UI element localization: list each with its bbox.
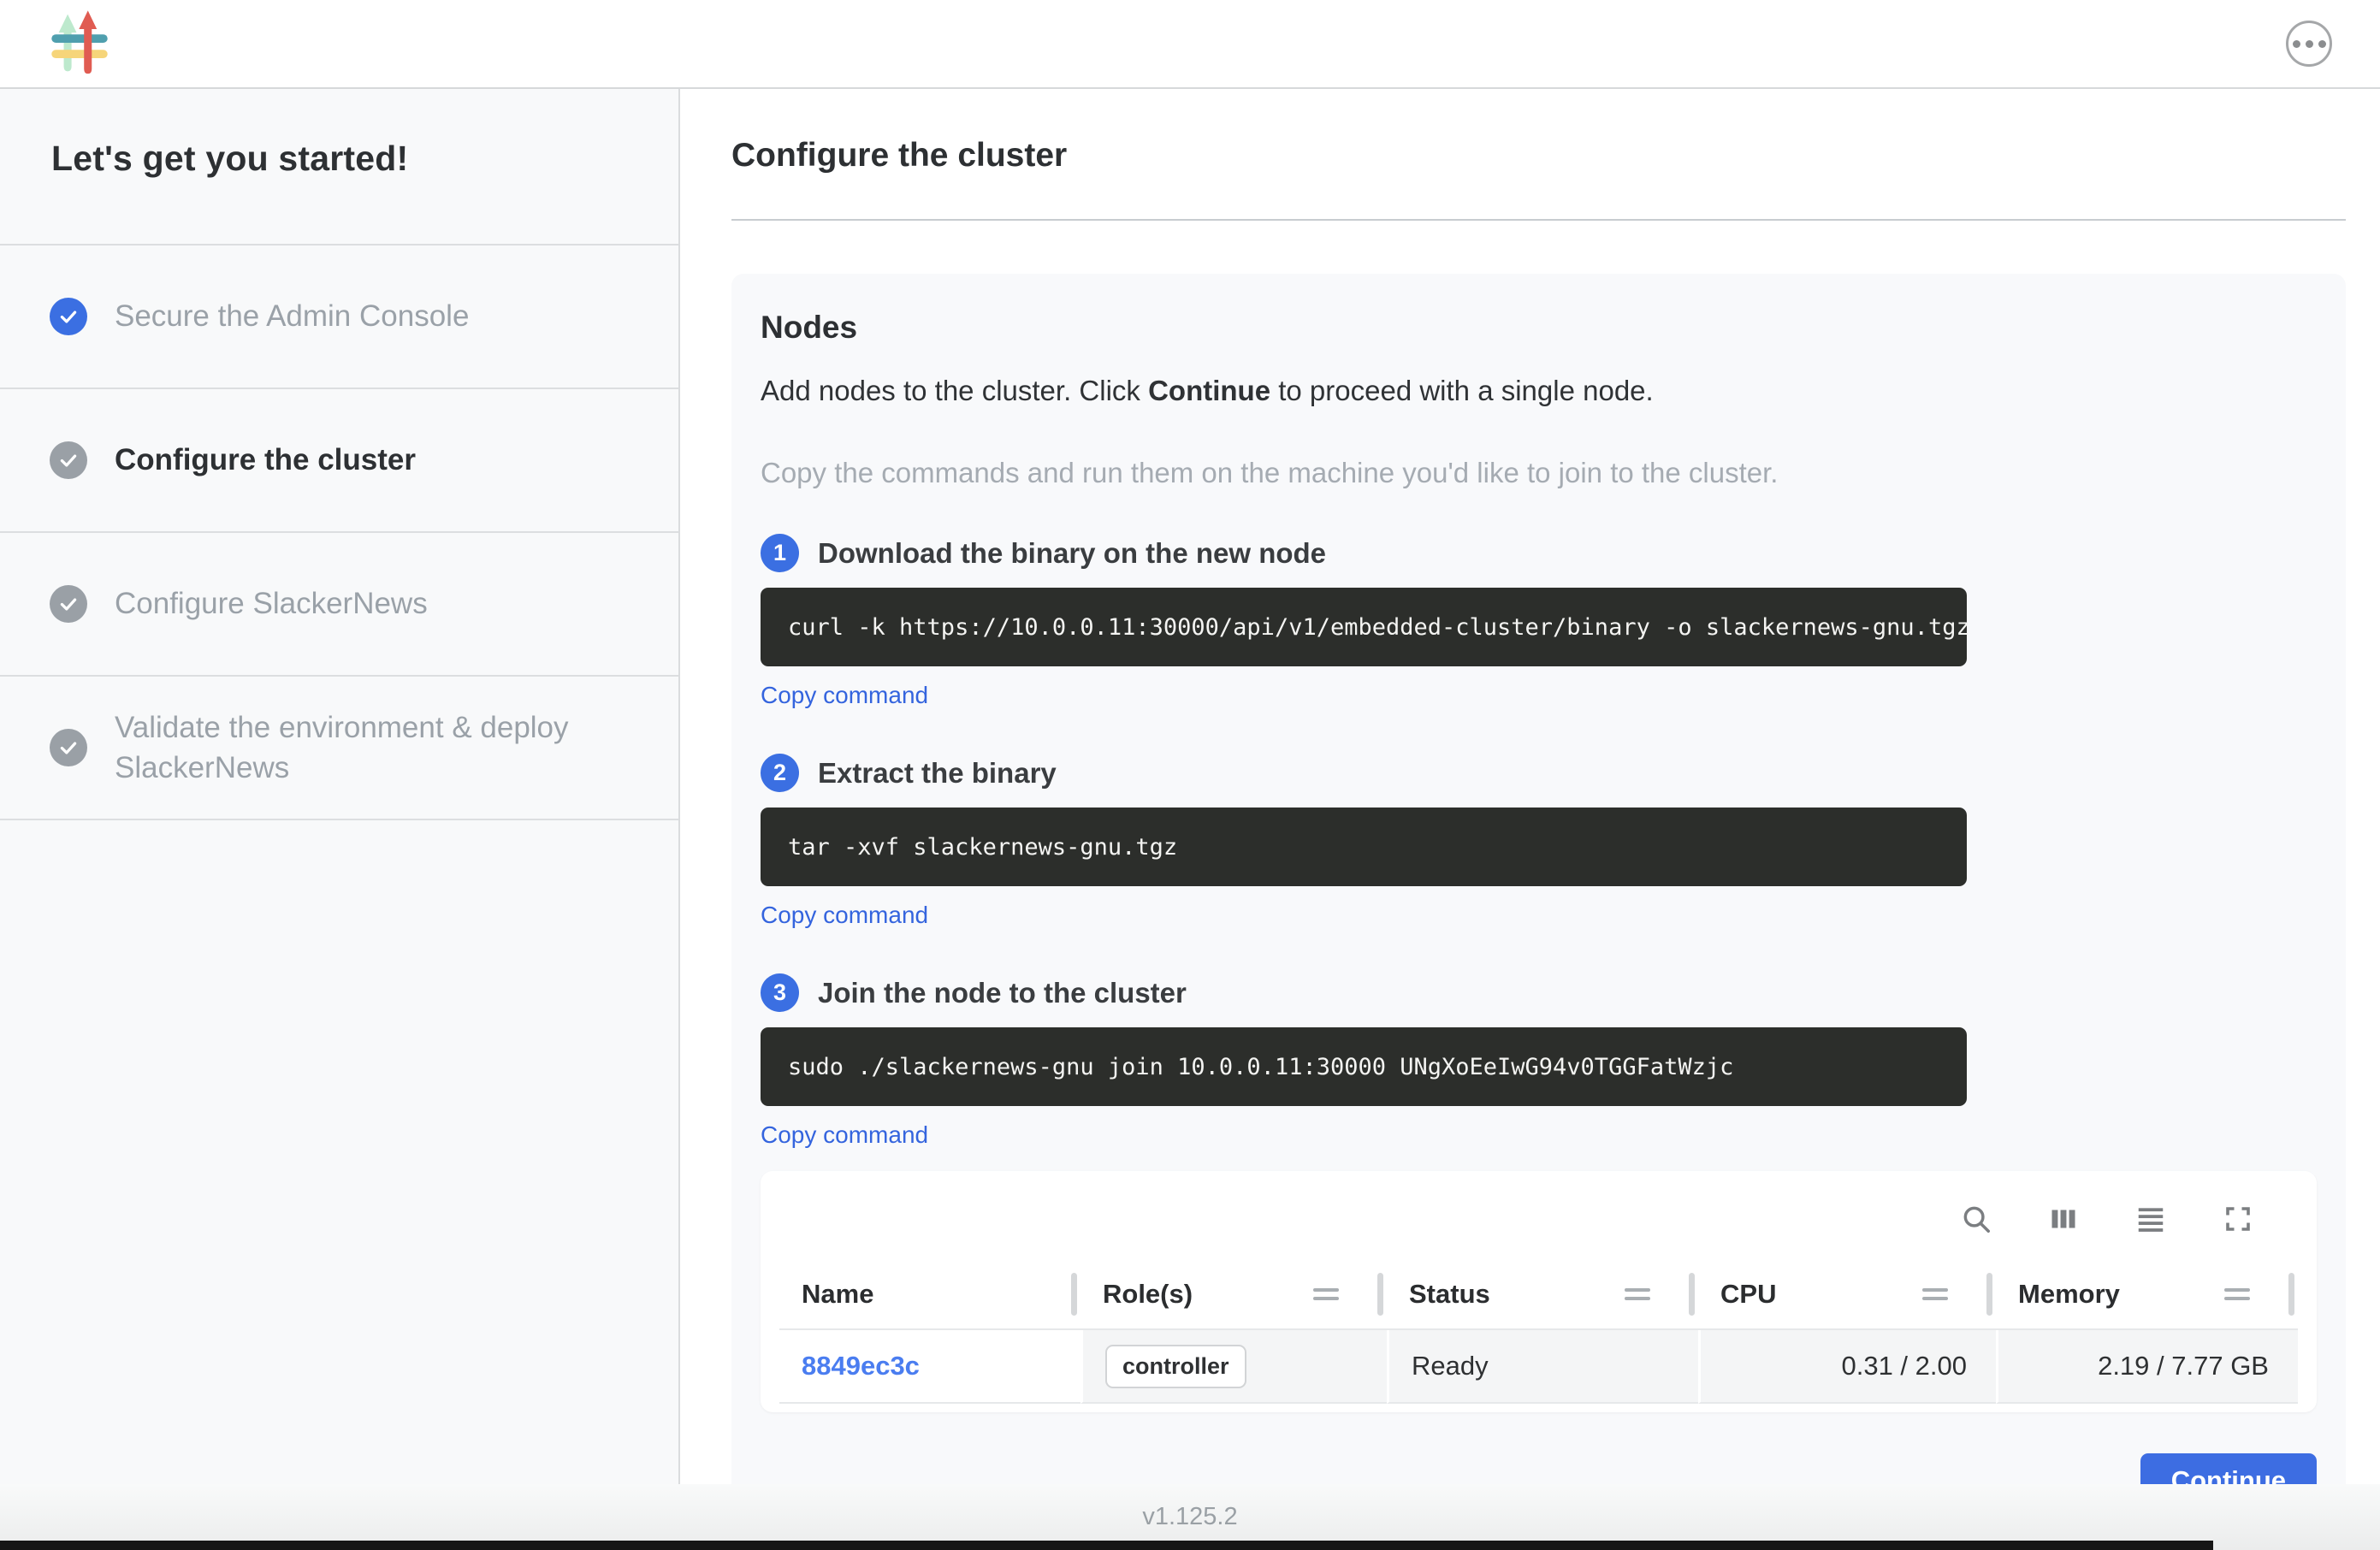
sidebar-item-label: Validate the environment & deploy Slacke… (115, 707, 619, 789)
title-divider (731, 219, 2346, 221)
sidebar-item-label: Secure the Admin Console (115, 296, 469, 336)
command-code-block: sudo ./slackernews-gnu join 10.0.0.11:30… (761, 1027, 1967, 1106)
sidebar-item-configure-cluster[interactable]: Configure the cluster (0, 389, 678, 533)
command-text: sudo ./slackernews-gnu join 10.0.0.11:30… (788, 1054, 1733, 1080)
nodes-card-title: Nodes (761, 310, 2317, 346)
node-cpu-cell: 0.31 / 2.00 (1698, 1330, 1996, 1404)
ellipsis-dot (2318, 40, 2326, 48)
join-step-3: 3 Join the node to the cluster sudo ./sl… (761, 973, 2317, 1149)
bottom-dark-strip (0, 1541, 2213, 1550)
step-header: 3 Join the node to the cluster (761, 973, 2317, 1012)
nodes-table: Name Role(s) Status (779, 1260, 2298, 1404)
column-header-name[interactable]: Name (779, 1260, 1080, 1330)
step-header: 2 Extract the binary (761, 754, 2317, 792)
role-badge: controller (1105, 1345, 1246, 1388)
intro-suffix: to proceed with a single node. (1270, 375, 1654, 406)
column-label: Memory (2018, 1279, 2120, 1310)
intro-bold: Continue (1148, 375, 1270, 406)
table-toolbar (779, 1197, 2298, 1260)
page-title: Configure the cluster (731, 137, 2346, 175)
column-separator[interactable] (1986, 1273, 1992, 1316)
version-label: v1.125.2 (1142, 1503, 1237, 1531)
node-status-cell: Ready (1387, 1330, 1698, 1404)
check-circle-pending-icon (50, 729, 87, 766)
admin-console-page: Let's get you started! Secure the Admin … (0, 0, 2380, 1550)
node-name-cell: 8849ec3c (779, 1330, 1080, 1404)
column-label: Role(s) (1103, 1279, 1193, 1310)
sidebar-item-validate-deploy[interactable]: Validate the environment & deploy Slacke… (0, 677, 678, 820)
more-menu-button[interactable] (2286, 21, 2332, 67)
column-header-memory[interactable]: Memory (1996, 1260, 2298, 1330)
sidebar-item-configure-slackernews[interactable]: Configure SlackerNews (0, 533, 678, 677)
ellipsis-dot (2293, 40, 2300, 48)
column-separator[interactable] (2288, 1273, 2294, 1316)
page-footer: v1.125.2 (0, 1484, 2380, 1550)
step-number-badge: 3 (761, 973, 799, 1012)
column-menu-icon[interactable] (2224, 1288, 2250, 1300)
continue-button[interactable]: Continue (2140, 1453, 2317, 1484)
step-number-badge: 2 (761, 754, 799, 792)
node-name-link[interactable]: 8849ec3c (802, 1351, 920, 1381)
main-content: Configure the cluster Nodes Add nodes to… (680, 89, 2380, 1484)
setup-sidebar: Let's get you started! Secure the Admin … (0, 89, 680, 1484)
check-circle-done-icon (50, 298, 87, 335)
copy-command-link[interactable]: Copy command (761, 682, 928, 709)
step-header: 1 Download the binary on the new node (761, 534, 2317, 572)
fullscreen-icon[interactable] (2221, 1202, 2255, 1236)
step-title: Extract the binary (818, 757, 1057, 790)
nodes-intro-text: Add nodes to the cluster. Click Continue… (761, 375, 2317, 407)
search-icon[interactable] (1959, 1202, 1993, 1236)
sidebar-header: Let's get you started! (0, 89, 678, 246)
nodes-card: Nodes Add nodes to the cluster. Click Co… (731, 274, 2346, 1484)
command-code-block: tar -xvf slackernews-gnu.tgz (761, 808, 1967, 886)
column-label: CPU (1720, 1279, 1776, 1310)
column-menu-icon[interactable] (1313, 1288, 1339, 1300)
column-separator[interactable] (1071, 1273, 1077, 1316)
nodes-table-panel: Name Role(s) Status (761, 1171, 2317, 1412)
sidebar-item-secure-admin-console[interactable]: Secure the Admin Console (0, 246, 678, 389)
density-icon[interactable] (2134, 1202, 2168, 1236)
copy-commands-hint: Copy the commands and run them on the ma… (761, 457, 2317, 489)
column-header-roles[interactable]: Role(s) (1080, 1260, 1387, 1330)
sidebar-item-label: Configure SlackerNews (115, 583, 428, 624)
step-number-badge: 1 (761, 534, 799, 572)
copy-command-link[interactable]: Copy command (761, 902, 928, 929)
command-text: tar -xvf slackernews-gnu.tgz (788, 834, 1177, 861)
ellipsis-dot (2306, 40, 2313, 48)
join-step-1: 1 Download the binary on the new node cu… (761, 534, 2317, 709)
column-separator[interactable] (1377, 1273, 1383, 1316)
node-roles-cell: controller (1080, 1330, 1387, 1404)
step-title: Download the binary on the new node (818, 537, 1326, 570)
content-row: Let's get you started! Secure the Admin … (0, 89, 2380, 1484)
column-menu-icon[interactable] (1625, 1288, 1650, 1300)
sidebar-item-label: Configure the cluster (115, 440, 416, 480)
step-title: Join the node to the cluster (818, 977, 1187, 1009)
join-step-2: 2 Extract the binary tar -xvf slackernew… (761, 754, 2317, 929)
column-label: Status (1409, 1279, 1490, 1310)
copy-command-link[interactable]: Copy command (761, 1121, 928, 1149)
column-separator[interactable] (1689, 1273, 1695, 1316)
node-memory-cell: 2.19 / 7.77 GB (1996, 1330, 2298, 1404)
command-text: curl -k https://10.0.0.11:30000/api/v1/e… (788, 614, 1970, 641)
slackernews-logo-icon (50, 9, 110, 78)
columns-icon[interactable] (2046, 1202, 2081, 1236)
column-label: Name (802, 1279, 873, 1310)
column-menu-icon[interactable] (1922, 1288, 1948, 1300)
check-circle-pending-icon (50, 441, 87, 479)
check-circle-pending-icon (50, 585, 87, 623)
top-header (0, 0, 2380, 89)
sidebar-title: Let's get you started! (51, 139, 627, 179)
column-header-cpu[interactable]: CPU (1698, 1260, 1996, 1330)
column-header-status[interactable]: Status (1387, 1260, 1698, 1330)
card-actions: Continue (761, 1453, 2317, 1484)
intro-prefix: Add nodes to the cluster. Click (761, 375, 1148, 406)
command-code-block: curl -k https://10.0.0.11:30000/api/v1/e… (761, 588, 1967, 666)
